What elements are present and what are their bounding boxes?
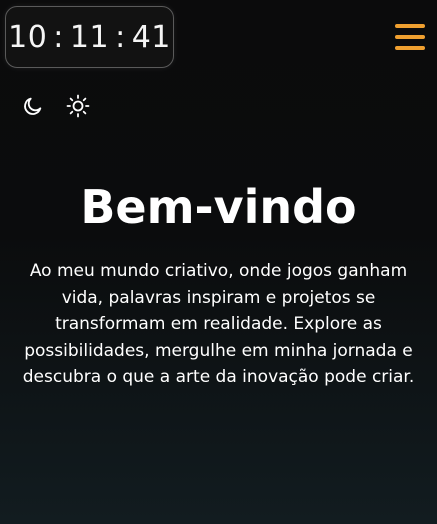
clock-separator: : xyxy=(115,19,126,55)
clock-minutes: 11 xyxy=(69,19,110,55)
hamburger-menu-icon[interactable] xyxy=(395,24,425,52)
dark-mode-button[interactable] xyxy=(21,94,45,118)
clock-seconds: 41 xyxy=(131,19,171,55)
menu-bar-middle xyxy=(395,35,425,39)
clock-hours: 10 xyxy=(8,19,48,55)
light-mode-button[interactable] xyxy=(66,94,90,118)
sun-icon xyxy=(66,94,90,118)
page-title: Bem-vindo xyxy=(80,180,357,234)
moon-icon xyxy=(24,97,42,115)
intro-paragraph: Ao meu mundo criativo, onde jogos ganham… xyxy=(22,261,415,387)
menu-bar-bottom xyxy=(395,46,425,50)
digital-clock: 10 : 11 : 41 xyxy=(5,6,174,68)
clock-separator: : xyxy=(53,19,64,55)
menu-bar-top xyxy=(395,24,425,28)
